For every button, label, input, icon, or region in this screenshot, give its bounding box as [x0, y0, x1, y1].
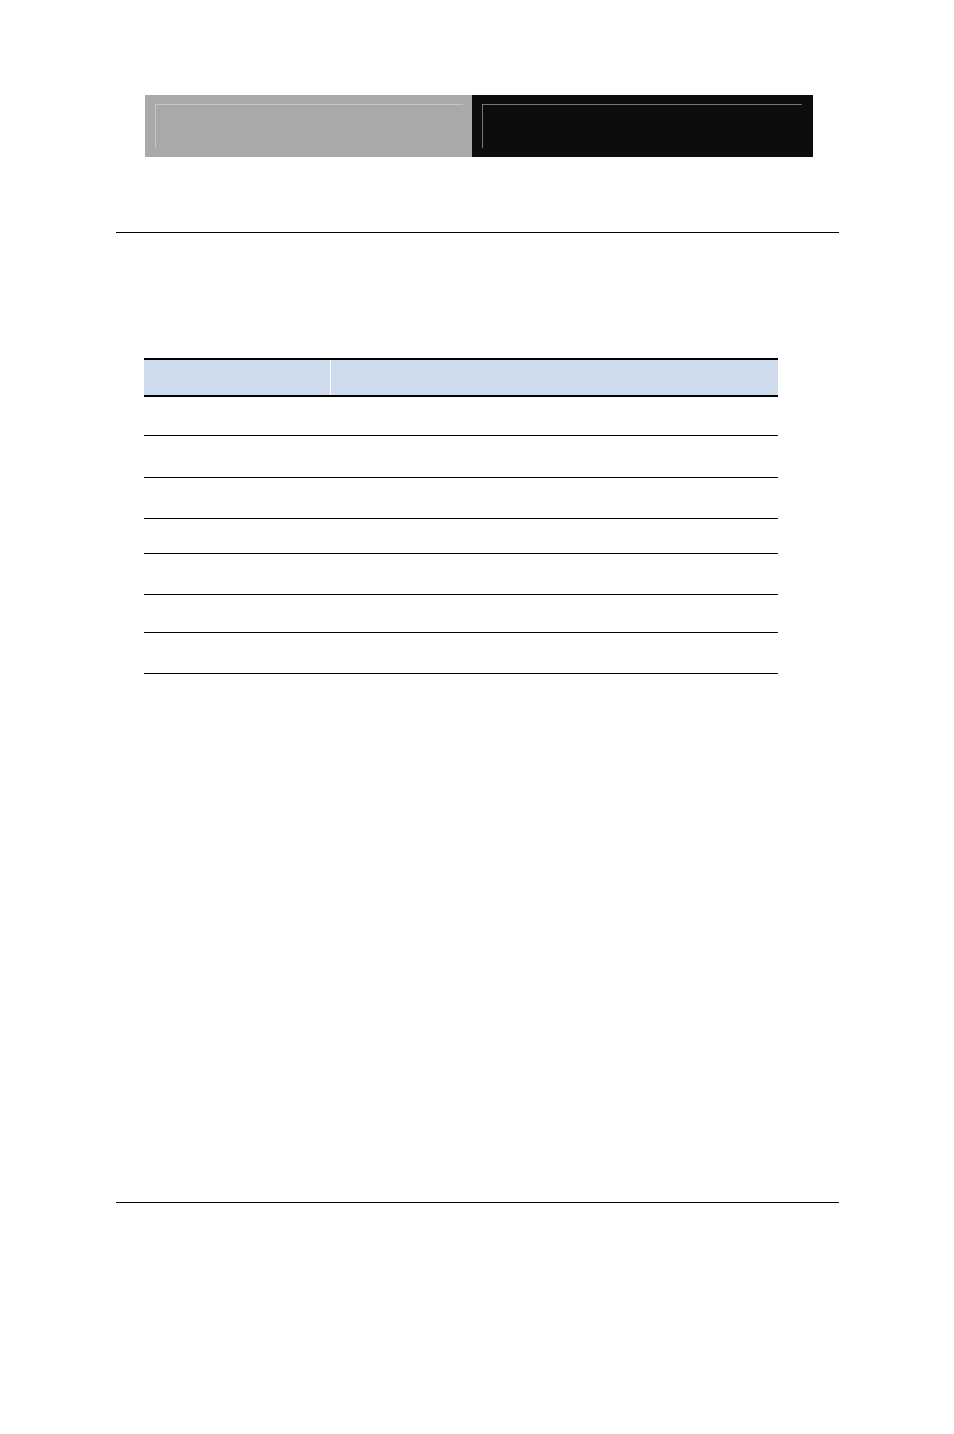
table-header-col2: [331, 360, 778, 395]
table-header-row: [144, 360, 778, 395]
banner-tab-right-inner: [482, 104, 802, 148]
footer-divider: [116, 1202, 839, 1203]
header-banner: [145, 95, 813, 157]
table-row-divider: [144, 435, 778, 436]
table-header-bottom-border: [144, 395, 778, 397]
table-row-divider: [144, 553, 778, 554]
banner-tab-left-inner: [155, 104, 463, 148]
table-row-divider: [144, 673, 778, 674]
banner-tab-right: [472, 95, 813, 157]
table-row-divider: [144, 594, 778, 595]
table-header-col1: [144, 360, 331, 395]
table-row-divider: [144, 632, 778, 633]
table-row-divider: [144, 518, 778, 519]
document-page: [0, 0, 954, 1434]
banner-tab-left: [145, 95, 472, 157]
table-row-divider: [144, 477, 778, 478]
section-divider-top: [116, 232, 839, 233]
